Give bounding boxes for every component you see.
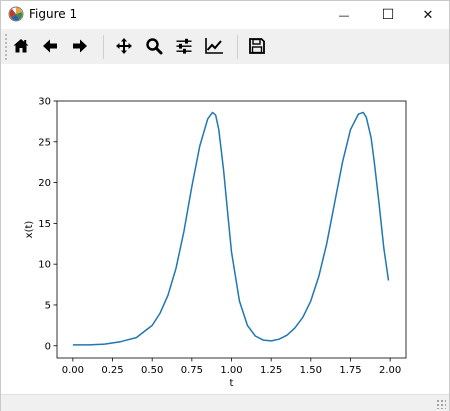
x-tick-label: 1.50 <box>300 365 322 376</box>
toolbar-grip[interactable] <box>4 33 8 60</box>
zoom-button[interactable] <box>142 34 166 58</box>
plot-svg[interactable]: 0.00 0.25 0.50 0.75 1.00 1.25 1.50 1.75 2.00 0 5 10… <box>1 64 449 394</box>
magnifier-icon <box>146 38 163 55</box>
y-tick-label: 30 <box>38 97 51 108</box>
y-tick-label: 15 <box>38 219 51 230</box>
window-title: Figure 1 <box>29 7 78 21</box>
resize-grip[interactable] <box>436 399 446 409</box>
line-chart-icon <box>205 38 223 54</box>
y-tick-label: 5 <box>45 300 51 311</box>
navigation-toolbar <box>1 29 449 65</box>
title-bar[interactable]: Figure 1 — ☐ ✕ <box>1 1 449 29</box>
x-tick-label: 1.75 <box>339 365 361 376</box>
pan-button[interactable] <box>112 34 136 58</box>
x-tick-label: 0.50 <box>141 365 163 376</box>
edit-axis-button[interactable] <box>202 34 226 58</box>
status-bar <box>1 394 449 411</box>
x-tick-label: 0.25 <box>101 365 123 376</box>
figure-canvas[interactable]: 0.00 0.25 0.50 0.75 1.00 1.25 1.50 1.75 2.00 0 5 10… <box>1 64 449 394</box>
figure-window: Figure 1 — ☐ ✕ 0.00 0.25 0.50 0.75 1.00 … <box>0 0 450 411</box>
y-tick-label: 25 <box>38 137 51 148</box>
x-tick-label: 1.25 <box>260 365 282 376</box>
sliders-icon <box>176 38 192 54</box>
arrow-right-icon <box>73 39 87 53</box>
y-tick-label: 10 <box>38 260 51 271</box>
minimize-button[interactable]: — <box>321 1 367 29</box>
matplotlib-logo-icon <box>8 6 24 22</box>
x-tick-label: 0.75 <box>181 365 203 376</box>
configure-subplots-button[interactable] <box>172 34 196 58</box>
move-arrows-icon <box>116 38 132 54</box>
home-button[interactable] <box>9 34 33 58</box>
toolbar-separator <box>103 35 104 59</box>
floppy-disk-icon <box>249 38 265 54</box>
home-icon <box>13 39 29 53</box>
minimize-icon: — <box>338 8 350 22</box>
x-axis-label: t <box>230 378 234 389</box>
maximize-icon: ☐ <box>381 7 395 23</box>
y-tick-label: 20 <box>38 178 51 189</box>
toolbar-separator <box>237 35 238 59</box>
y-tick-label: 0 <box>45 341 51 352</box>
y-axis-label: x(t) <box>24 221 35 239</box>
arrow-left-icon <box>43 39 57 53</box>
back-button[interactable] <box>38 34 62 58</box>
close-button[interactable]: ✕ <box>405 1 450 29</box>
axes-background <box>57 101 406 358</box>
save-button[interactable] <box>245 34 269 58</box>
close-icon: ✕ <box>422 7 434 23</box>
x-tick-label: 2.00 <box>379 365 401 376</box>
x-tick-label: 1.00 <box>220 365 242 376</box>
forward-button[interactable] <box>68 34 92 58</box>
x-tick-label: 0.00 <box>62 365 84 376</box>
